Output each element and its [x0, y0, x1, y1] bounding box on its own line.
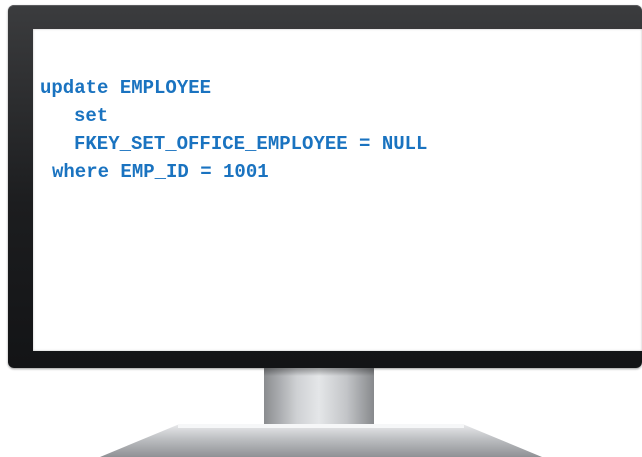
- sql-code-block: update EMPLOYEE set FKEY_SET_OFFICE_EMPLOY…: [40, 74, 427, 186]
- monitor-stand-neck: [264, 368, 374, 432]
- sql-line-where: where EMP_ID = 1001: [52, 161, 269, 183]
- monitor-base-highlight: [178, 424, 464, 428]
- sql-line-update: update EMPLOYEE: [40, 77, 212, 99]
- monitor-stand-base: [100, 424, 542, 457]
- sql-line-set: set: [74, 105, 109, 127]
- monitor-neck-shadow: [264, 368, 374, 376]
- monitor-illustration: update EMPLOYEE set FKEY_SET_OFFICE_EMPLOY…: [0, 0, 642, 457]
- sql-line-assignment: FKEY_SET_OFFICE_EMPLOYEE = NULL: [74, 133, 428, 155]
- monitor-bezel: [8, 5, 642, 368]
